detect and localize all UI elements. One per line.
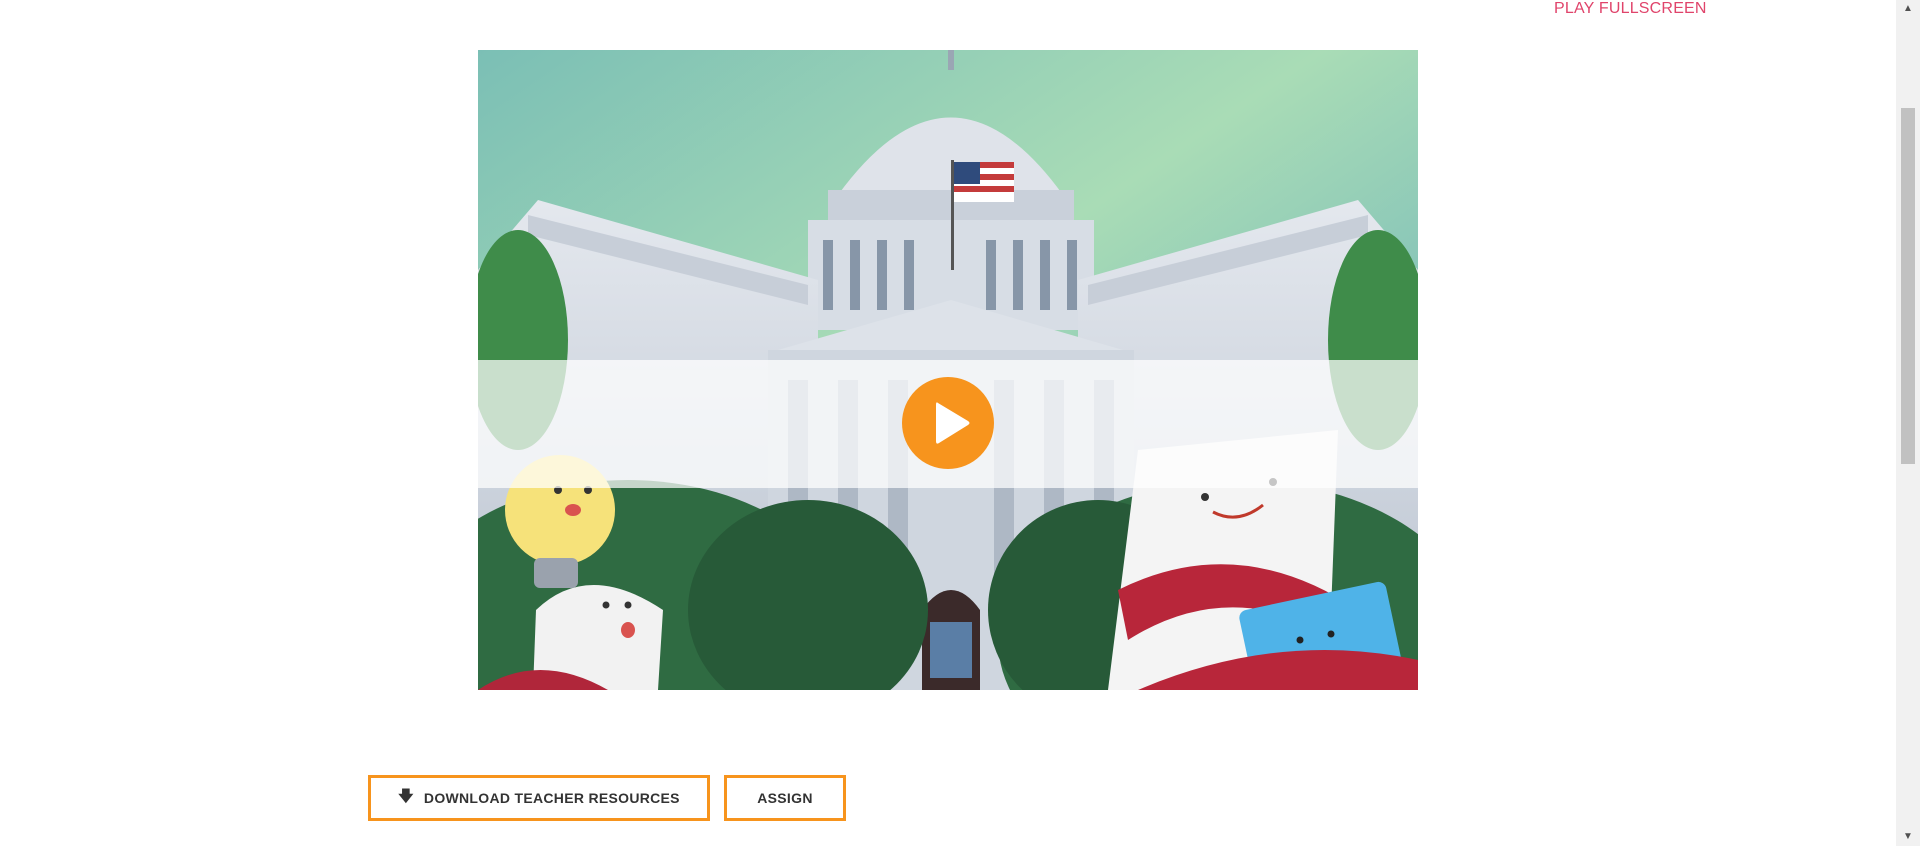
download-teacher-resources-button[interactable]: 🡇 DOWNLOAD TEACHER RESOURCES [368, 775, 710, 821]
page: PLAY FULLSCREEN 🡇 DOWNLOAD TEACHER RESOU… [0, 0, 1920, 846]
play-icon [936, 402, 970, 444]
assign-button-label: ASSIGN [757, 790, 813, 806]
download-arrow-icon: 🡇 [398, 787, 414, 805]
play-fullscreen-link[interactable]: PLAY FULLSCREEN [1554, 0, 1707, 18]
scrollbar-thumb[interactable] [1901, 108, 1915, 464]
resource-actions: 🡇 DOWNLOAD TEACHER RESOURCES ASSIGN [368, 775, 846, 821]
download-button-label: DOWNLOAD TEACHER RESOURCES [423, 790, 680, 806]
vertical-scrollbar[interactable]: ▲ ▼ [1896, 0, 1920, 846]
scroll-down-arrow-icon[interactable]: ▼ [1896, 828, 1920, 846]
assign-button[interactable]: ASSIGN [724, 775, 846, 821]
scroll-up-arrow-icon[interactable]: ▲ [1896, 0, 1920, 18]
video-player[interactable] [478, 50, 1418, 690]
play-button[interactable] [902, 377, 994, 469]
